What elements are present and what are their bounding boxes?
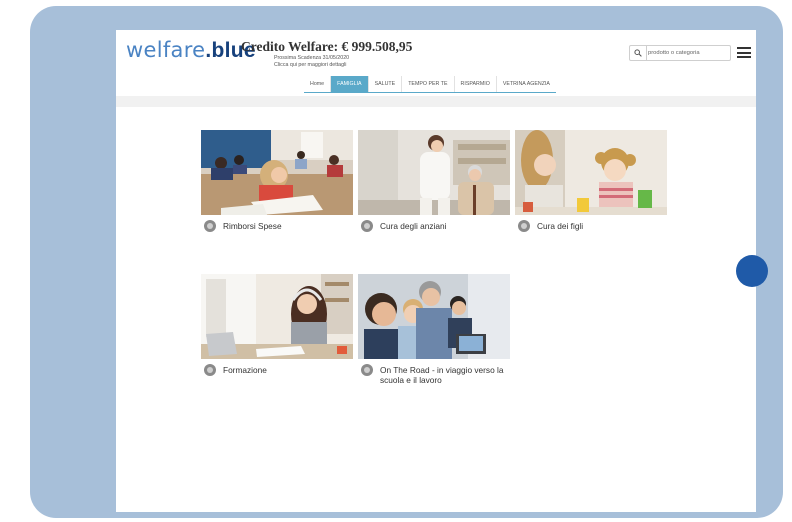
elderly-care-icon: [361, 220, 373, 232]
education-photo[interactable]: [201, 274, 353, 359]
credit-info: Prossima Scadenza 31/05/2020 Clicca qui …: [274, 55, 349, 69]
tab-tempo-per-te[interactable]: TEMPO PER TE: [401, 76, 453, 92]
coins-icon: [204, 220, 216, 232]
tab-home[interactable]: Home: [304, 76, 330, 92]
child-care-icon: [518, 220, 530, 232]
header-divider: [116, 96, 756, 107]
search-input[interactable]: [648, 47, 728, 58]
welfare-blue-logo[interactable]: welfare.blue: [126, 38, 256, 63]
tab-vetrina-agenzia[interactable]: VETRINA AGENZIA: [495, 76, 556, 92]
education-icon: [204, 364, 216, 376]
category-card-rimborsi-spese[interactable]: Rimborsi Spese: [201, 130, 353, 232]
tab-risparmio[interactable]: RISPARMIO: [453, 76, 496, 92]
on-the-road-photo[interactable]: [358, 274, 510, 359]
category-card-cura-degli-anziani[interactable]: Cura degli anziani: [358, 130, 510, 232]
category-card-formazione[interactable]: Formazione: [201, 274, 353, 376]
tablet-frame: welfare.blue Credito Welfare: € 999.508,…: [30, 6, 783, 518]
car-icon: [361, 364, 373, 376]
credit-balance: Credito Welfare: € 999.508,95: [241, 39, 413, 54]
app-screen: welfare.blue Credito Welfare: € 999.508,…: [116, 30, 756, 512]
category-label[interactable]: On The Road - in viaggio verso la scuola…: [380, 365, 505, 385]
category-label[interactable]: Cura dei figli: [537, 221, 583, 231]
classroom-photo[interactable]: [201, 130, 353, 215]
elderly-care-photo[interactable]: [358, 130, 510, 215]
category-label[interactable]: Rimborsi Spese: [223, 221, 282, 231]
credit-deadline: Prossima Scadenza 31/05/2020: [274, 55, 350, 61]
search-icon[interactable]: [630, 46, 647, 60]
logo-text-welfare: welfare: [126, 38, 206, 62]
child-care-photo[interactable]: [515, 130, 667, 215]
credit-details-link[interactable]: Clicca qui per maggiori dettagli: [274, 62, 349, 69]
tab-salute[interactable]: SALUTE: [367, 76, 402, 92]
category-label[interactable]: Formazione: [223, 365, 267, 375]
search-box: [629, 45, 731, 61]
category-card-cura-dei-figli[interactable]: Cura dei figli: [515, 130, 667, 232]
category-card-on-the-road[interactable]: On The Road - in viaggio verso la scuola…: [358, 274, 510, 385]
tab-famiglia[interactable]: FAMIGLIA: [330, 76, 368, 92]
category-tabs: Home FAMIGLIA SALUTE TEMPO PER TE RISPAR…: [304, 76, 556, 93]
menu-icon[interactable]: [737, 47, 751, 61]
tablet-home-button[interactable]: [736, 255, 768, 287]
category-label[interactable]: Cura degli anziani: [380, 221, 446, 231]
